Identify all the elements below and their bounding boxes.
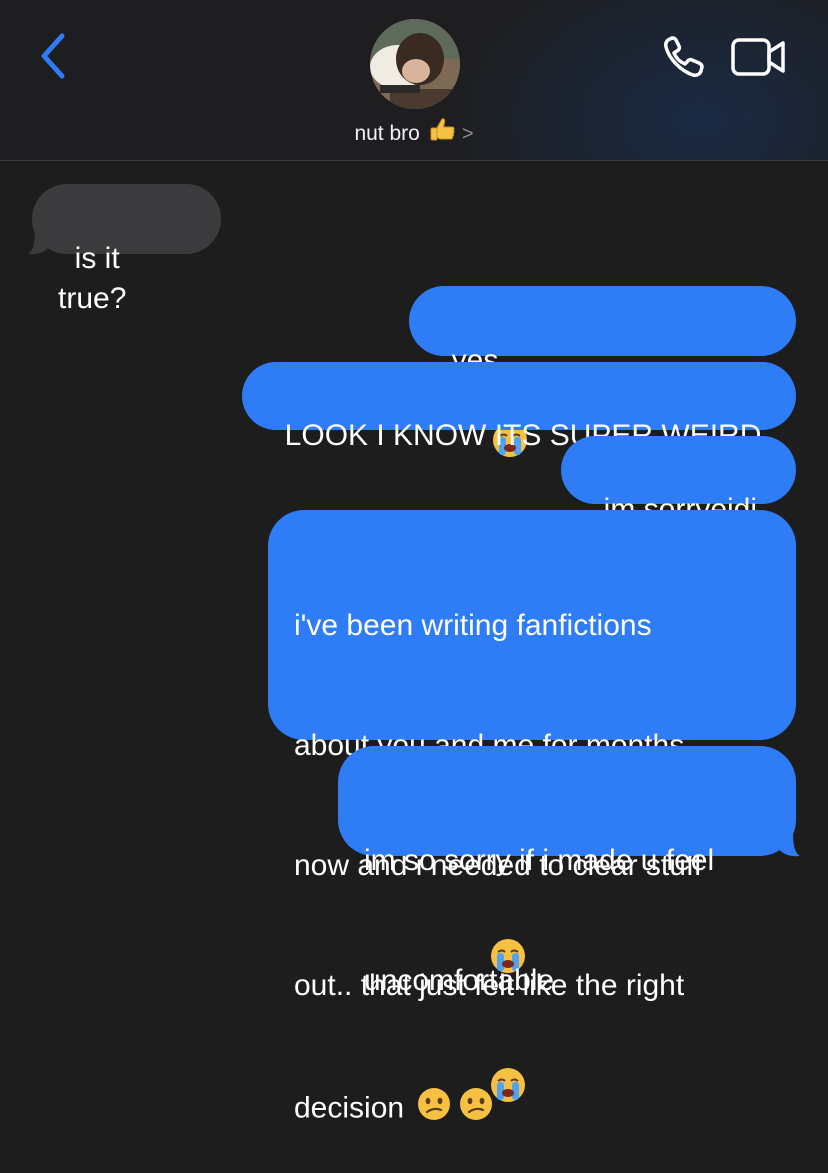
message-bubble-outgoing[interactable]: im so sorry if i made u feel uncomfortab… <box>338 746 796 997</box>
contact-name: nut bro <box>354 122 420 145</box>
audio-call-button[interactable] <box>660 33 710 81</box>
message-bubble-outgoing[interactable]: i've been writing fanfictions about you … <box>268 510 796 1124</box>
phone-icon <box>664 36 704 77</box>
back-button[interactable] <box>30 28 80 84</box>
contact-name-row[interactable]: nut bro > <box>0 116 828 153</box>
thumbs-up-icon <box>428 116 456 153</box>
message-text: decision <box>294 1091 405 1125</box>
message-line: im so sorry if i made u feel <box>364 844 715 877</box>
video-call-button[interactable] <box>730 34 788 80</box>
message-bubble-outgoing[interactable]: yes <box>409 286 796 1102</box>
message-line: uncomfortable <box>364 964 555 997</box>
conversation-header: nut bro > <box>0 0 828 161</box>
confused-face-icon <box>416 1086 452 1133</box>
confused-face-icon <box>458 1086 494 1133</box>
video-camera-icon <box>731 38 785 76</box>
chevron-left-icon <box>41 33 65 79</box>
chevron-right: > <box>461 123 474 145</box>
contact-avatar[interactable] <box>370 19 460 109</box>
avatar-photo <box>370 19 460 109</box>
message-text: is it true? <box>58 242 129 315</box>
message-line-last: decision <box>294 1086 770 1133</box>
message-line: i've been writing fanfictions <box>294 609 652 642</box>
message-bubble-outgoing[interactable]: im sorryejdj <box>561 436 796 526</box>
message-bubble-incoming[interactable]: is it true? <box>32 184 221 315</box>
message-bubble-outgoing[interactable]: LOOK I KNOW ITS SUPER WEIRD <box>242 362 796 452</box>
